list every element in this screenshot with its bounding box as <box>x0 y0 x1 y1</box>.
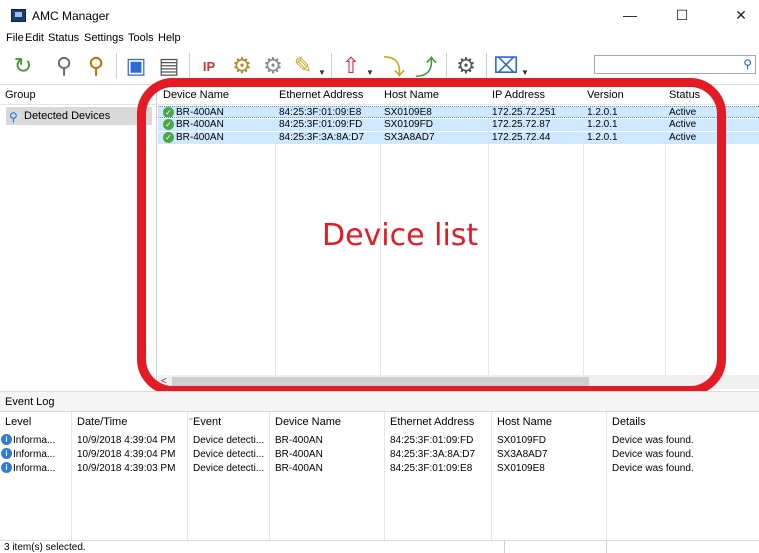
info-icon: i <box>1 434 12 445</box>
column-divider <box>384 412 385 540</box>
date-time-cell: 10/9/2018 4:39:04 PM <box>77 449 176 460</box>
callout-label: Device list <box>322 218 479 253</box>
host-name-cell: SX3A8AD7 <box>497 449 548 460</box>
details-cell: Device was found. <box>612 435 694 446</box>
device-name-cell: BR-400AN <box>275 463 323 474</box>
toolbar-separator <box>331 53 332 79</box>
device-settings-icon[interactable]: ▤ <box>154 51 184 81</box>
group-header[interactable]: Group <box>0 85 156 105</box>
group-icon[interactable]: ⚙ <box>258 51 288 81</box>
minimize-button[interactable]: — <box>610 0 650 30</box>
search-icon: ⚲ <box>9 110 18 124</box>
toolbar-separator <box>486 53 487 79</box>
details-cell: Device was found. <box>612 449 694 460</box>
firmware-icon[interactable]: ⚙ <box>227 51 257 81</box>
group-item-label: Detected Devices <box>24 110 111 122</box>
app-icon <box>11 9 26 22</box>
status-divider <box>504 541 505 553</box>
column-event[interactable]: Event <box>193 412 221 432</box>
menu-help[interactable]: Help <box>158 32 181 44</box>
event-cell: Device detecti... <box>193 449 265 460</box>
tools-icon[interactable]: ⌧ <box>491 51 521 81</box>
event-cell: Device detecti... <box>193 435 265 446</box>
column-host-name[interactable]: Host Name <box>497 412 552 432</box>
info-icon: i <box>1 448 12 459</box>
column-ethernet-address[interactable]: Ethernet Address <box>390 412 474 432</box>
status-text: 3 item(s) selected. <box>4 542 86 553</box>
event-row[interactable]: i Informa... 10/9/2018 4:39:04 PM Device … <box>0 434 759 447</box>
web-config-icon[interactable]: ▣ <box>121 51 151 81</box>
menu-status[interactable]: Status <box>48 32 79 44</box>
column-device-name[interactable]: Device Name <box>275 412 341 432</box>
upload-icon[interactable]: ⇧ <box>336 51 366 81</box>
host-name-cell: SX0109FD <box>497 435 546 446</box>
event-log-header: Level ⌄ Date/Time Event Device Name Ether… <box>0 412 759 432</box>
column-divider <box>269 412 270 540</box>
event-log: Level ⌄ Date/Time Event Device Name Ether… <box>0 412 759 540</box>
event-row[interactable]: i Informa... 10/9/2018 4:39:03 PM Device … <box>0 462 759 475</box>
upload-dropdown-icon[interactable]: ▼ <box>366 68 374 77</box>
date-time-cell: 10/9/2018 4:39:03 PM <box>77 463 176 474</box>
level-cell: i Informa... <box>1 462 55 475</box>
level-cell: i Informa... <box>1 434 55 447</box>
export-icon[interactable]: ⤴ <box>411 51 441 81</box>
device-name-cell: BR-400AN <box>275 449 323 460</box>
toolbar-separator <box>446 53 447 79</box>
device-name-cell: BR-400AN <box>275 435 323 446</box>
group-pane: Group ⚲ Detected Devices <box>0 85 157 391</box>
status-divider <box>606 541 607 553</box>
info-icon: i <box>1 462 12 473</box>
column-details[interactable]: Details <box>612 412 646 432</box>
ethernet-address-cell: 84:25:3F:01:09:E8 <box>390 463 473 474</box>
status-bar: 3 item(s) selected. <box>0 540 759 553</box>
title-bar: AMC Manager — ☐ ✕ <box>0 0 759 30</box>
column-level[interactable]: Level <box>5 412 31 432</box>
tools-dropdown-icon[interactable]: ▼ <box>521 68 529 77</box>
menu-edit[interactable]: Edit <box>25 32 44 44</box>
refresh-icon[interactable]: ↻ <box>8 51 38 81</box>
maximize-button[interactable]: ☐ <box>662 0 702 30</box>
column-divider <box>187 412 188 540</box>
ethernet-address-cell: 84:25:3F:01:09:FD <box>390 435 474 446</box>
edit-dropdown-icon[interactable]: ▼ <box>318 68 326 77</box>
column-divider <box>71 412 72 540</box>
date-time-cell: 10/9/2018 4:39:04 PM <box>77 435 176 446</box>
event-cell: Device detecti... <box>193 463 265 474</box>
toolbar-separator <box>189 53 190 79</box>
zoom-in-icon[interactable]: ⚲ <box>81 51 111 81</box>
search-icon[interactable]: ⚲ <box>743 57 752 71</box>
event-log-title: Event Log <box>0 391 759 412</box>
close-button[interactable]: ✕ <box>721 0 759 30</box>
toolbar-separator <box>116 53 117 79</box>
zoom-out-icon[interactable]: ⚲ <box>49 51 79 81</box>
search-input[interactable]: ⚲ <box>594 55 756 74</box>
import-icon[interactable]: ⤵ <box>379 51 409 81</box>
group-item-detected-devices[interactable]: ⚲ Detected Devices <box>6 107 152 125</box>
gear-icon[interactable]: ⚙ <box>451 51 481 81</box>
event-row[interactable]: i Informa... 10/9/2018 4:39:04 PM Device … <box>0 448 759 461</box>
menu-tools[interactable]: Tools <box>128 32 154 44</box>
menu-bar: File Edit Status Settings Tools Help <box>0 30 759 47</box>
ip-settings-icon[interactable]: IP <box>194 51 224 81</box>
details-cell: Device was found. <box>612 463 694 474</box>
host-name-cell: SX0109E8 <box>497 463 545 474</box>
column-divider <box>491 412 492 540</box>
column-divider <box>606 412 607 540</box>
level-cell: i Informa... <box>1 448 55 461</box>
edit-icon[interactable]: ✎ <box>288 51 318 81</box>
window-title: AMC Manager <box>32 9 110 23</box>
menu-settings[interactable]: Settings <box>84 32 124 44</box>
ethernet-address-cell: 84:25:3F:3A:8A:D7 <box>390 449 476 460</box>
menu-file[interactable]: File <box>6 32 24 44</box>
column-date-time[interactable]: ⌄ Date/Time <box>77 412 195 432</box>
